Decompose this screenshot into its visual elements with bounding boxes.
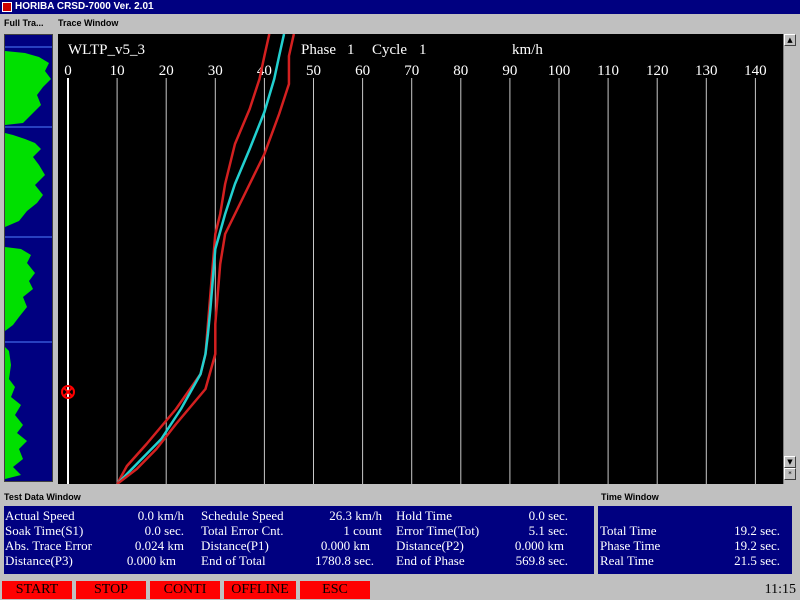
axis-tick-label: 20	[159, 63, 174, 79]
stop-button[interactable]: STOP	[76, 581, 146, 599]
axis-tick-label: 130	[695, 63, 718, 79]
scroll-end-button[interactable]: *	[784, 468, 796, 480]
distance-p2-value: 0.000 km	[514, 538, 564, 553]
axis-tick-label: 100	[548, 63, 571, 79]
distance-p3-label: Distance(P3)	[5, 553, 73, 568]
axis-tick-label: 60	[355, 63, 370, 79]
soak-time-value: 0.0 sec.	[144, 523, 184, 538]
axis-tick-label: 30	[208, 63, 223, 79]
error-time-value: 5.1 sec.	[528, 523, 568, 538]
hold-time-label: Hold Time	[396, 508, 452, 523]
phase-time-value: 19.2 sec.	[734, 538, 780, 553]
axis-tick-label: 80	[453, 63, 468, 79]
end-of-total-value: 1780.8 sec.	[315, 553, 374, 568]
axis-tick-label: 10	[110, 63, 125, 79]
scroll-down-button[interactable]: ▼	[784, 456, 796, 468]
total-error-count-label: Total Error Cnt.	[201, 523, 284, 538]
distance-p3-value: 0.000 km	[126, 553, 176, 568]
distance-p1-value: 0.000 km	[320, 538, 370, 553]
axis-tick-label: 90	[502, 63, 517, 79]
app-icon	[2, 2, 12, 12]
end-of-total-label: End of Total	[201, 553, 266, 568]
actual-speed-label: Actual Speed	[5, 508, 75, 523]
scroll-up-button[interactable]: ▲	[784, 34, 796, 46]
trace-window-header: Trace Window	[58, 18, 119, 28]
full-trace-profile	[5, 51, 51, 479]
trace-line-schedule-speed	[116, 34, 286, 484]
end-of-phase-value: 569.8 sec.	[515, 553, 568, 568]
hold-time-value: 0.0 sec.	[528, 508, 568, 523]
offline-button[interactable]: OFFLINE	[224, 581, 296, 599]
error-time-label: Error Time(Tot)	[396, 523, 480, 538]
axis-tick-label: 140	[744, 63, 767, 79]
full-trace-svg	[5, 46, 52, 479]
total-time-value: 19.2 sec.	[734, 523, 780, 538]
esc-button[interactable]: ESC	[300, 581, 370, 599]
abs-trace-error-value: 0.024 km	[134, 538, 184, 553]
title-bar: HORIBA CRSD-7000 Ver. 2.01	[0, 0, 800, 14]
total-time-label: Total Time	[600, 523, 657, 538]
time-window-header: Time Window	[601, 492, 659, 502]
start-button[interactable]: START	[2, 581, 72, 599]
schedule-speed-value: 26.3 km/h	[329, 508, 382, 523]
window-title: HORIBA CRSD-7000 Ver. 2.01	[15, 1, 154, 12]
conti-button[interactable]: CONTI	[150, 581, 220, 599]
trace-window-plot: WLTP_v5_3 Phase 1 Cycle 1 km/h 0 10 20 30 40…	[58, 34, 783, 484]
axis-tick-label: 110	[597, 63, 619, 79]
test-data-header: Test Data Window	[4, 492, 81, 502]
time-window: Total Time 19.2 sec. Phase Time 19.2 sec…	[598, 506, 792, 574]
soak-time-label: Soak Time(S1)	[5, 523, 84, 538]
schedule-speed-label: Schedule Speed	[201, 508, 284, 523]
real-time-value: 21.5 sec.	[734, 553, 780, 568]
end-of-phase-label: End of Phase	[396, 553, 465, 568]
actual-speed-value: 0.0 km/h	[137, 508, 184, 523]
distance-p1-label: Distance(P1)	[201, 538, 269, 553]
trace-scrollbar[interactable]: ▲ ▼ *	[783, 34, 796, 484]
clock: 11:15	[764, 582, 796, 597]
test-data-window: Actual Speed 0.0 km/h Schedule Speed 26.…	[4, 506, 594, 574]
axis-tick-label: 50	[306, 63, 321, 79]
real-time-label: Real Time	[600, 553, 654, 568]
trace-line-upper-limit	[116, 34, 271, 484]
axis-tick-label: 120	[646, 63, 669, 79]
full-trace-overview[interactable]	[4, 34, 53, 482]
phase-time-label: Phase Time	[600, 538, 661, 553]
full-trace-header: Full Tra...	[4, 18, 44, 28]
axis-tick-label: 0	[64, 63, 72, 79]
trace-chart: 0 10 20 30 40 50 60 70 80 90 100 110 120 130 140	[61, 34, 767, 484]
total-error-count-value: 1 count	[343, 523, 382, 538]
axis-tick-label: 70	[404, 63, 419, 79]
abs-trace-error-label: Abs. Trace Error	[5, 538, 93, 553]
distance-p2-label: Distance(P2)	[396, 538, 464, 553]
